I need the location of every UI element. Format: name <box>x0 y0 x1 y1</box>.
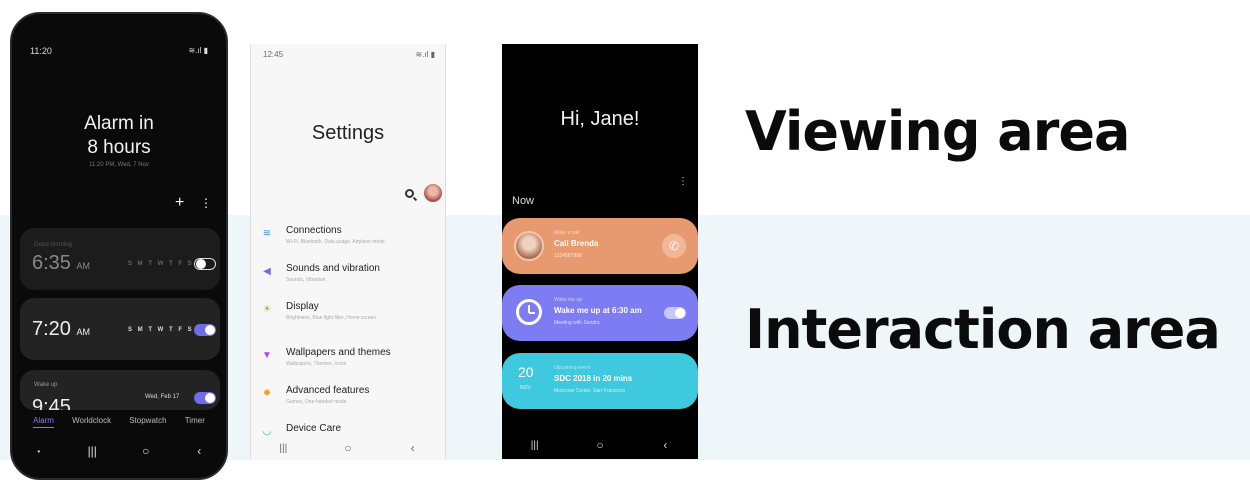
card-caption: Upcoming event <box>554 365 591 371</box>
bixby-phone: Hi, Jane! ⋮ Now Make a call Call Brenda … <box>502 44 698 459</box>
card-subtitle: 1234567890 <box>554 253 582 259</box>
alarm-countdown-title: Alarm in 8 hours <box>12 112 226 160</box>
status-icons: ≋.ıl ▮ <box>188 46 208 55</box>
nav-bar: ||| ○ ‹ <box>251 438 445 458</box>
phone-icon[interactable]: ✆ <box>662 234 686 258</box>
back-button[interactable]: ‹ <box>403 441 423 455</box>
contact-avatar <box>514 231 544 261</box>
alarm-days: S M T W T F S <box>128 261 194 267</box>
recent-apps-button[interactable]: ||| <box>273 443 293 454</box>
brush-icon: ▼ <box>262 350 272 361</box>
alarm-time: 9:45 <box>32 396 71 410</box>
alarm-clock-icon <box>516 299 542 325</box>
section-label: Now <box>512 195 535 207</box>
viewing-area-label: Viewing area <box>745 100 1130 163</box>
care-icon: ◡ <box>262 426 272 437</box>
alarm-days: S M T W T F S <box>128 327 194 333</box>
tab-alarm[interactable]: Alarm <box>33 416 54 428</box>
home-button[interactable]: ○ <box>136 444 156 458</box>
alarm-ampm: AM <box>76 261 91 271</box>
title-line-2: 8 hours <box>87 137 151 158</box>
settings-item-label: Sounds and vibration <box>286 263 380 274</box>
alarm-time: 7:20 AM <box>32 318 90 341</box>
settings-item-label: Advanced features <box>286 385 370 396</box>
wifi-icon: ≋ <box>262 228 272 239</box>
nav-bar: • ||| ○ ‹ <box>12 444 226 458</box>
event-date: 20 <box>518 364 534 380</box>
settings-item-label: Display <box>286 301 319 312</box>
more-options-icon[interactable]: ⋮ <box>200 196 212 210</box>
add-alarm-button[interactable]: + <box>175 194 184 212</box>
status-icons: ≋.ıl ▮ <box>415 50 435 59</box>
call-card[interactable]: Make a call Call Brenda 1234567890 ✆ <box>502 218 698 274</box>
back-button[interactable]: ‹ <box>189 444 209 458</box>
alarm-toggle[interactable] <box>194 392 216 404</box>
settings-item-desc: Sounds, Vibration <box>286 277 326 283</box>
settings-phone: 12:45 ≋.ıl ▮ Settings ≋ Connections Wi-F… <box>250 44 446 459</box>
search-icon[interactable] <box>405 189 414 198</box>
home-button[interactable]: ○ <box>590 438 610 452</box>
alarm-label: Wake up <box>34 382 58 388</box>
alarm-time-value: 6:35 <box>32 252 71 274</box>
brightness-icon: ☀ <box>262 304 272 315</box>
status-time: 12:45 <box>263 50 284 59</box>
card-subtitle: Moscone Center, San Francisco <box>554 388 626 394</box>
settings-item-desc: Wi-Fi, Bluetooth, Data usage, Airplane m… <box>286 239 385 245</box>
alarm-time-value: 7:20 <box>32 318 71 340</box>
tab-stopwatch[interactable]: Stopwatch <box>129 416 166 428</box>
alarm-time: 6:35 AM <box>32 252 90 275</box>
event-card[interactable]: 20 NOV Upcoming event SDC 2018 in 20 min… <box>502 353 698 409</box>
alarm-ampm: AM <box>76 327 91 337</box>
alarm-card[interactable]: Wake me up Wake me up at 6:30 am Meeting… <box>502 285 698 341</box>
status-time: 11:20 <box>30 46 52 56</box>
settings-item-desc: Brightness, Blue light filter, Home scre… <box>286 315 377 321</box>
settings-item-label: Device Care <box>286 423 342 434</box>
back-button[interactable]: ‹ <box>655 438 675 452</box>
speaker-icon: ◀ <box>263 266 271 277</box>
alarm-label: Good morning <box>34 242 73 248</box>
settings-item-label: Connections <box>286 225 342 236</box>
tab-worldclock[interactable]: Worldclock <box>72 416 111 428</box>
card-caption: Wake me up <box>554 297 582 303</box>
avatar[interactable] <box>424 184 442 202</box>
settings-item-label: Wallpapers and themes <box>286 347 391 358</box>
clock-phone: 11:20 ≋.ıl ▮ Alarm in 8 hours 11:20 PM, … <box>10 12 228 480</box>
card-subtitle: Meeting with Sandra <box>554 320 600 326</box>
tab-timer[interactable]: Timer <box>185 416 205 428</box>
nav-dot-icon: • <box>37 446 41 456</box>
event-month: NOV <box>520 385 531 391</box>
alarm-date: Wed, Feb 17 <box>145 394 180 400</box>
alarm-toggle[interactable] <box>194 258 216 270</box>
title-line-1: Alarm in <box>84 113 154 134</box>
clock-tabs: Alarm Worldclock Stopwatch Timer <box>12 416 226 428</box>
settings-item-desc: Wallpapers, Themes, Icons <box>286 361 347 367</box>
settings-item-desc: Games, One-handed mode <box>286 399 347 405</box>
card-title: SDC 2018 in 20 mins <box>554 374 633 383</box>
alarm-card[interactable]: Good morning 6:35 AM S M T W T F S <box>20 228 220 290</box>
nav-bar: ||| ○ ‹ <box>502 438 698 452</box>
card-caption: Make a call <box>554 230 580 236</box>
gear-icon: ✹ <box>262 388 272 399</box>
recent-apps-button[interactable]: ||| <box>82 444 102 458</box>
alarm-toggle[interactable] <box>664 307 686 319</box>
alarm-subtitle: 11:20 PM, Wed, 7 Nov <box>89 162 149 168</box>
interaction-area-label: Interaction area <box>745 298 1221 361</box>
more-options-icon[interactable]: ⋮ <box>678 176 688 187</box>
card-title: Call Brenda <box>554 239 599 248</box>
alarm-toggle[interactable] <box>194 324 216 336</box>
page-title: Settings <box>311 122 385 144</box>
recent-apps-button[interactable]: ||| <box>525 440 545 451</box>
alarm-card[interactable]: Wake up 9:45 Wed, Feb 17 <box>20 370 220 410</box>
alarm-card[interactable]: 7:20 AM S M T W T F S <box>20 298 220 360</box>
card-title: Wake me up at 6:30 am <box>554 306 642 315</box>
greeting: Hi, Jane! <box>560 108 640 130</box>
home-button[interactable]: ○ <box>338 441 358 455</box>
